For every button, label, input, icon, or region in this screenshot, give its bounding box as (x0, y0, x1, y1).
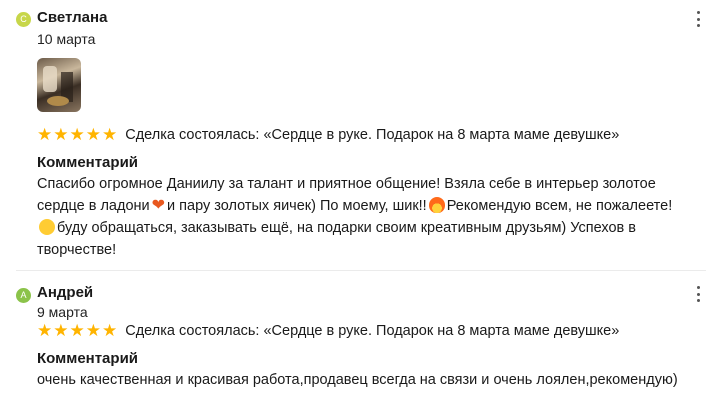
reviewer-name[interactable]: Андрей (37, 284, 93, 301)
deal-text: Сделка состоялась: «Сердце в руке. Подар… (125, 322, 620, 339)
avatar[interactable]: А (16, 288, 31, 303)
comment-line: творчестве! (37, 242, 117, 258)
rating-stars: ★ ★ ★ ★ ★ (37, 322, 117, 339)
star-icon: ★ (53, 321, 69, 340)
smiling-face-emoji-icon (39, 219, 55, 235)
comment-title: Комментарий (37, 154, 139, 171)
star-icon: ★ (69, 321, 85, 340)
star-icon: ★ (37, 321, 53, 340)
fire-emoji-icon (428, 197, 445, 213)
star-icon: ★ (53, 125, 69, 144)
deal-row: ★ ★ ★ ★ ★ Сделка состоялась: «Сердце в р… (37, 322, 619, 339)
star-icon: ★ (102, 321, 118, 340)
more-vertical-icon (696, 11, 700, 14)
rating-stars: ★ ★ ★ ★ ★ (37, 126, 117, 143)
deal-text: Сделка состоялась: «Сердце в руке. Подар… (125, 126, 620, 143)
star-icon: ★ (37, 125, 53, 144)
more-options-button[interactable] (692, 286, 704, 302)
star-icon: ★ (85, 125, 101, 144)
more-options-button[interactable] (692, 11, 704, 27)
divider (16, 270, 706, 271)
comment-line: Спасибо огромное Даниилу за талант и при… (37, 176, 656, 192)
more-vertical-icon (696, 286, 700, 289)
star-icon: ★ (69, 125, 85, 144)
deal-row: ★ ★ ★ ★ ★ Сделка состоялась: «Сердце в р… (37, 126, 619, 143)
star-icon: ★ (102, 125, 118, 144)
comment-line: сердце в ладони ❤ и пару золотых яичек) По… (37, 197, 673, 214)
comment-text: Спасибо огромное Даниилу за талант и при… (37, 173, 707, 261)
review-photo-thumbnail[interactable] (37, 58, 81, 112)
comment-title: Комментарий (37, 350, 139, 367)
review-date: 9 марта (37, 304, 88, 320)
reviewer-name[interactable]: Светлана (37, 9, 107, 26)
comment-text: очень качественная и красивая работа,про… (37, 372, 678, 388)
comment-line: буду обращаться, заказывать ещё, на пода… (37, 217, 707, 239)
star-icon: ★ (85, 321, 101, 340)
review-date: 10 марта (37, 31, 96, 47)
heart-emoji-icon: ❤ (151, 197, 166, 214)
avatar[interactable]: С (16, 12, 31, 27)
